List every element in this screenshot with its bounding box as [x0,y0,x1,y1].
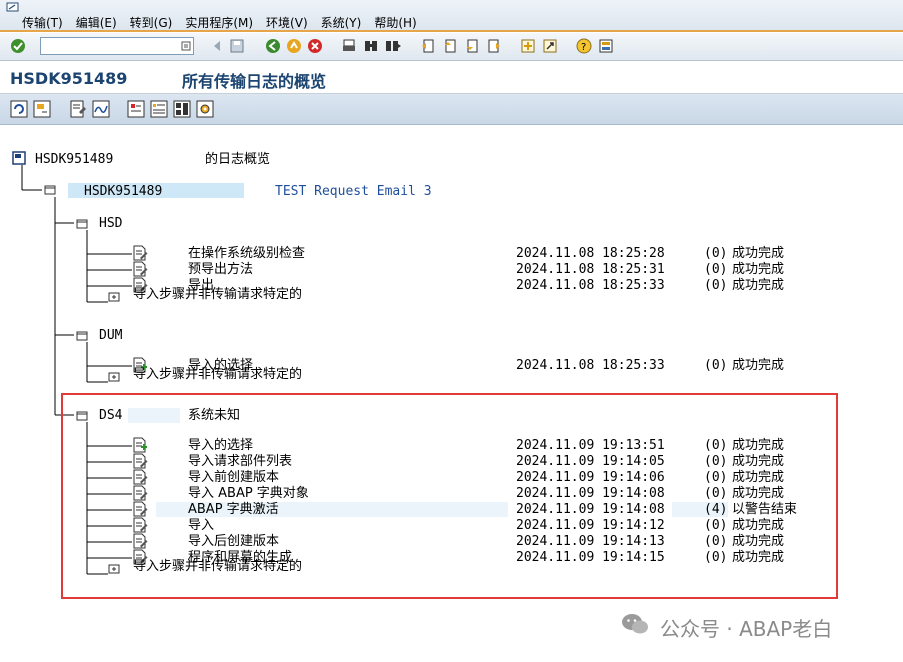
menu-item-3[interactable]: 实用程序(M) [185,14,253,31]
folder-closed-icon[interactable] [108,291,120,302]
step-timestamp: 2024.11.08 18:25:28 [516,246,665,261]
exit-icon[interactable] [286,38,302,54]
step-status: 成功完成 [732,246,785,261]
non-request-steps[interactable]: 导入步骤并非传输请求特定的 [133,287,302,302]
back-arrow-small-icon[interactable] [209,38,225,54]
step-label: 预导出方法 [188,262,254,277]
new-session-icon[interactable] [520,38,536,54]
cancel-icon[interactable] [307,38,323,54]
find-next-icon[interactable] [385,38,401,54]
step-label: 在操作系统级别检查 [188,246,306,261]
highlight-box [61,393,838,599]
help-icon[interactable]: ? [576,38,592,54]
analyze-icon[interactable] [92,100,110,118]
last-page-icon[interactable] [486,38,502,54]
folder-open-icon[interactable] [44,184,56,195]
print-icon[interactable] [341,38,357,54]
display-log-icon[interactable] [69,100,87,118]
step-status: 成功完成 [732,262,785,277]
step-timestamp: 2024.11.08 18:25:31 [516,262,665,277]
step-status: 成功完成 [732,358,785,373]
menu-window-icon[interactable] [6,2,20,13]
request-description: TEST Request Email 3 [275,184,432,199]
refresh-icon[interactable] [10,100,28,118]
log-overview-tree: HSDK951489 的日志概览 HSDK951489 TEST Request… [0,125,903,662]
settings-icon[interactable] [196,100,214,118]
system-name[interactable]: HSD [99,216,122,231]
log-document-icon[interactable] [132,245,148,262]
save-icon[interactable] [229,38,245,54]
detail-icon[interactable] [127,100,145,118]
overview-icon[interactable] [173,100,191,118]
menu-item-0[interactable]: 传输(T) [22,14,63,31]
step-return-code: (0) [704,278,728,293]
folder-closed-icon[interactable] [108,371,120,382]
menu-item-2[interactable]: 转到(G) [130,14,173,31]
root-request-id[interactable]: HSDK951489 [35,152,113,167]
list-icon[interactable] [150,100,168,118]
log-document-icon[interactable] [132,261,148,278]
step-return-code: (0) [704,358,728,373]
step-return-code: (0) [704,262,728,277]
non-request-steps[interactable]: 导入步骤并非传输请求特定的 [133,367,302,382]
customize-layout-icon[interactable] [598,38,614,54]
next-page-icon[interactable] [464,38,480,54]
step-timestamp: 2024.11.08 18:25:33 [516,278,665,293]
expand-subtree-icon[interactable] [33,100,51,118]
standard-toolbar: ? [0,33,903,61]
root-title: 的日志概览 [205,152,271,167]
menu-item-1[interactable]: 编辑(E) [76,14,117,31]
title-bar: HSDK951489 所有传输日志的概览 [0,61,903,94]
menu-item-6[interactable]: 帮助(H) [374,14,416,31]
page-title: 所有传输日志的概览 [182,72,327,91]
system-name[interactable]: DUM [99,328,122,343]
menu-bar: 传输(T) 编辑(E) 转到(G) 实用程序(M) 环境(V) 系统(Y) 帮助(H) [0,0,903,32]
step-return-code: (0) [704,246,728,261]
watermark: 公众号 · ABAP老白 [660,617,833,641]
folder-open-icon[interactable] [76,330,88,341]
step-status: 成功完成 [732,278,785,293]
svg-text:?: ? [581,42,586,53]
folder-open-icon[interactable] [76,218,88,229]
document-icon[interactable] [12,151,26,165]
first-page-icon[interactable] [420,38,436,54]
menu-item-5[interactable]: 系统(Y) [321,14,362,31]
command-field[interactable] [40,37,194,55]
menu-item-4[interactable]: 环境(V) [266,14,308,31]
wechat-icon [622,614,648,634]
application-toolbar [0,94,903,125]
step-timestamp: 2024.11.08 18:25:33 [516,358,665,373]
shortcut-icon[interactable] [542,38,558,54]
previous-page-icon[interactable] [442,38,458,54]
enter-icon[interactable] [10,38,26,54]
back-icon[interactable] [265,38,281,54]
history-icon[interactable] [181,41,191,51]
find-icon[interactable] [363,38,379,54]
request-id[interactable]: HSDK951489 [84,184,162,199]
page-title-id: HSDK951489 [10,69,128,88]
